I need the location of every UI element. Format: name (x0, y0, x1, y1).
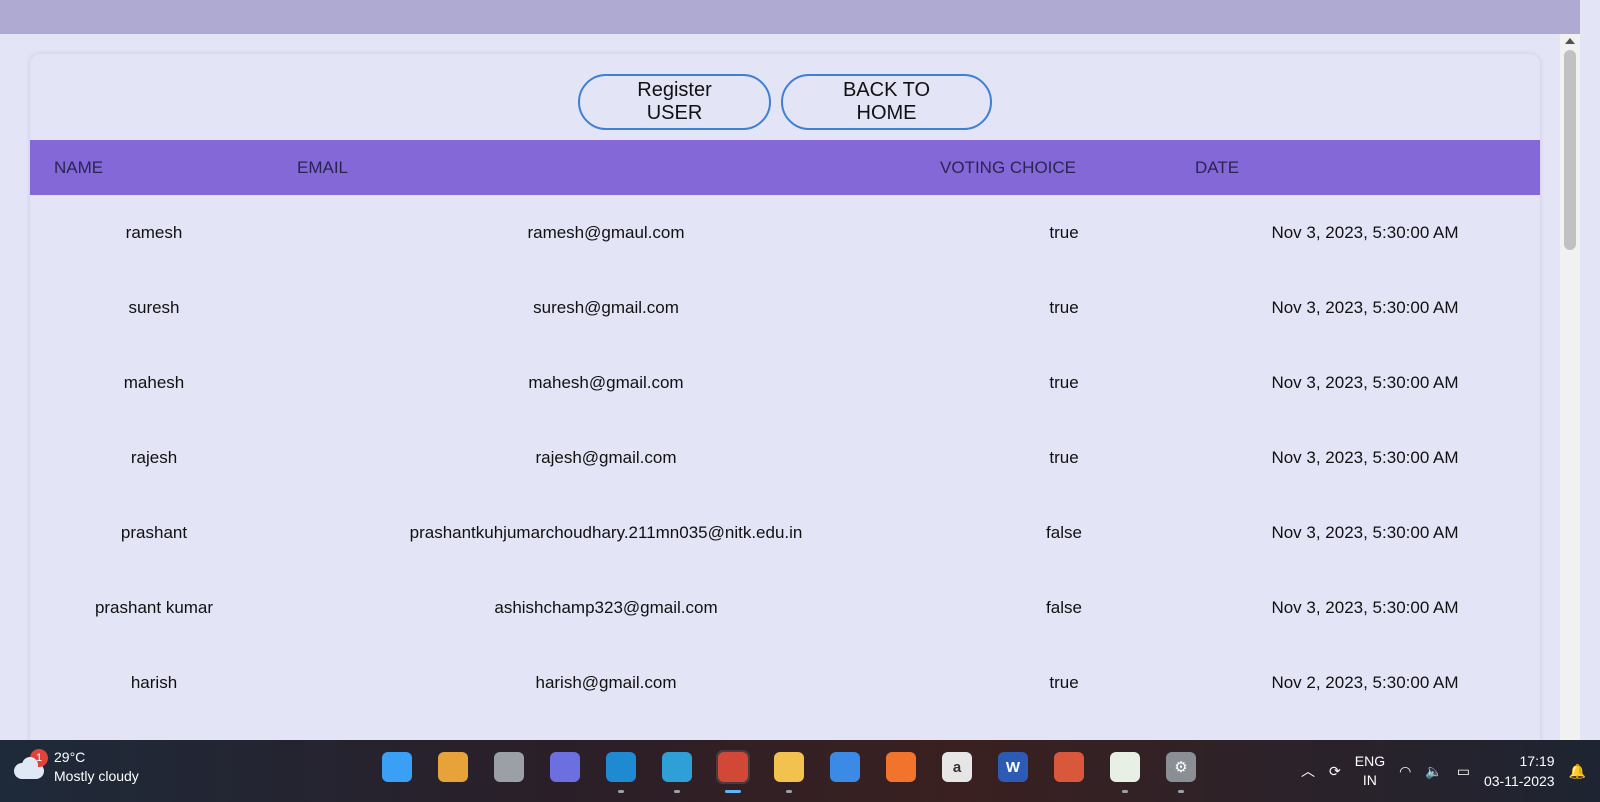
header-email: EMAIL (297, 157, 349, 177)
cell-name: rajesh (130, 448, 178, 467)
taskbar-apps: a W ⚙ (380, 750, 1198, 784)
cell-name: prashant kumar (94, 598, 214, 617)
cell-voting-choice: true (1049, 298, 1079, 317)
sync-icon[interactable]: ⟳ (1329, 762, 1341, 781)
header-voting-choice: VOTING CHOICE (940, 157, 1077, 177)
chevron-up-icon[interactable]: ︿ (1301, 762, 1315, 781)
page-viewport: Register USER BACK TO HOME NAME EMAIL VO… (0, 34, 1580, 740)
vscode-icon[interactable] (604, 750, 638, 784)
cell-name: mahesh (123, 373, 185, 392)
task-view-icon[interactable] (492, 750, 526, 784)
app-top-bar (0, 0, 1580, 34)
cell-date: Nov 3, 2023, 5:30:00 AM (1271, 523, 1459, 542)
cell-email: suresh@gmail.com (533, 298, 679, 317)
cell-voting-choice: false (1046, 523, 1082, 542)
teams-chat-icon[interactable] (548, 750, 582, 784)
scroll-thumb[interactable] (1564, 50, 1576, 250)
cell-name: suresh (128, 298, 180, 317)
cell-voting-choice: true (1049, 448, 1079, 467)
cell-email: ramesh@gmaul.com (527, 223, 685, 242)
cell-voting-choice: false (1046, 598, 1082, 617)
git-icon[interactable] (1052, 750, 1086, 784)
cell-email: mahesh@gmail.com (528, 373, 684, 392)
clock-time: 17:19 (1519, 753, 1555, 769)
cell-voting-choice: true (1049, 223, 1079, 242)
windows-taskbar: 1 29°C Mostly cloudy a W ⚙ ︿ ⟳ ENG IN ◠ 🔈 … (0, 740, 1600, 802)
cell-date: Nov 3, 2023, 5:30:00 AM (1271, 223, 1459, 242)
notification-badge: 1 (30, 749, 48, 767)
vscode-icon-glyph (606, 752, 636, 782)
cell-date: Nov 3, 2023, 5:30:00 AM (1271, 373, 1459, 392)
weather-temperature: 29°C (54, 749, 86, 765)
notification-bell-icon[interactable]: 🔔 (1569, 762, 1586, 781)
volume-icon[interactable]: 🔈 (1425, 762, 1442, 781)
copilot-icon-glyph (438, 752, 468, 782)
cell-name: harish (130, 673, 178, 692)
language-code: ENG (1354, 753, 1386, 769)
scroll-up-icon[interactable] (1565, 38, 1575, 44)
table-row: rajesh rajesh@gmail.com true Nov 3, 2023, 5… (30, 420, 1540, 496)
vertical-scrollbar[interactable] (1560, 34, 1580, 740)
language-indicator[interactable]: ENG IN (1355, 752, 1385, 790)
cell-date: Nov 2, 2023, 5:30:00 AM (1271, 673, 1459, 692)
weather-widget[interactable]: 1 29°C Mostly cloudy (12, 748, 139, 786)
table-header: NAME EMAIL VOTING CHOICE DATE (30, 140, 1540, 195)
header-date: DATE (1195, 157, 1240, 177)
cell-name: prashant (120, 523, 188, 542)
table-row: ramesh ramesh@gmaul.com true Nov 3, 2023, 5… (30, 195, 1540, 271)
teams-chat-icon-glyph (550, 752, 580, 782)
word-icon[interactable]: W (996, 750, 1030, 784)
cell-email: prashantkuhjumarchoudhary.211mn035@nitk.… (409, 523, 803, 542)
clock-date: 03-11-2023 (1483, 773, 1555, 789)
word-icon-glyph: W (998, 752, 1028, 782)
weather-description: Mostly cloudy (54, 768, 139, 784)
firefox-icon-glyph (886, 752, 916, 782)
file-explorer-icon-glyph (774, 752, 804, 782)
cell-email: harish@gmail.com (535, 673, 677, 692)
file-explorer-icon[interactable] (772, 750, 806, 784)
chrome-icon-glyph (718, 752, 748, 782)
register-user-button[interactable]: Register USER (578, 74, 771, 130)
git-icon-glyph (1054, 752, 1084, 782)
firefox-icon[interactable] (884, 750, 918, 784)
amazon-icon-glyph: a (942, 752, 972, 782)
edge-icon-glyph (662, 752, 692, 782)
cell-voting-choice: true (1049, 373, 1079, 392)
cell-date: Nov 3, 2023, 5:30:00 AM (1271, 598, 1459, 617)
region-code: IN (1362, 772, 1377, 788)
settings-icon-glyph: ⚙ (1166, 752, 1196, 782)
wifi-icon[interactable]: ◠ (1399, 762, 1411, 781)
clock[interactable]: 17:19 03-11-2023 (1484, 751, 1555, 791)
cell-date: Nov 3, 2023, 5:30:00 AM (1271, 298, 1459, 317)
cloud-icon: 1 (12, 749, 48, 779)
copilot-icon[interactable] (436, 750, 470, 784)
edge-icon[interactable] (660, 750, 694, 784)
cell-email: ashishchamp323@gmail.com (494, 598, 718, 617)
table-row: prashant prashantkuhjumarchoudhary.211mn0… (30, 495, 1540, 571)
battery-icon[interactable]: ▭ (1457, 762, 1470, 781)
header-name: NAME (54, 157, 104, 177)
cell-name: ramesh (125, 223, 183, 242)
table-row: mahesh mahesh@gmail.com true Nov 3, 2023, 5… (30, 345, 1540, 421)
cell-voting-choice: true (1049, 673, 1079, 692)
table-row: harish harish@gmail.com true Nov 2, 2023, 5… (30, 645, 1540, 721)
task-view-icon-glyph (494, 752, 524, 782)
cell-date: Nov 3, 2023, 5:30:00 AM (1271, 448, 1459, 467)
back-to-home-button[interactable]: BACK TO HOME (781, 74, 992, 130)
settings-icon[interactable]: ⚙ (1164, 750, 1198, 784)
table-row: prashant kumar ashishchamp323@gmail.com fa… (30, 570, 1540, 646)
microsoft-store-icon[interactable] (828, 750, 862, 784)
users-card: Register USER BACK TO HOME NAME EMAIL VO… (30, 54, 1540, 740)
cell-email: rajesh@gmail.com (535, 448, 677, 467)
windows-start-icon-glyph (382, 752, 412, 782)
table-row: suresh suresh@gmail.com true Nov 3, 2023, 5… (30, 270, 1540, 346)
action-buttons: Register USER BACK TO HOME (30, 74, 1540, 130)
mongodb-compass-icon-glyph (1110, 752, 1140, 782)
mongodb-compass-icon[interactable] (1108, 750, 1142, 784)
system-tray: ︿ ⟳ ENG IN ◠ 🔈 ▭ 17:19 03-11-2023 🔔 (1301, 740, 1600, 802)
windows-start-icon[interactable] (380, 750, 414, 784)
chrome-icon[interactable] (716, 750, 750, 784)
microsoft-store-icon-glyph (830, 752, 860, 782)
amazon-icon[interactable]: a (940, 750, 974, 784)
